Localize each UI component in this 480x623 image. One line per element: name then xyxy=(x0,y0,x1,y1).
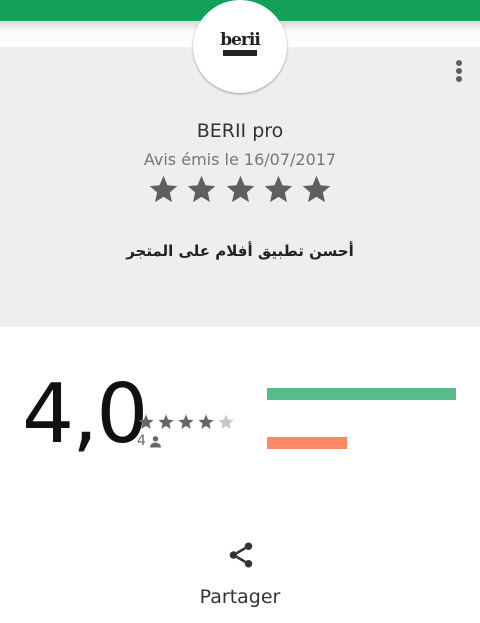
star-icon xyxy=(138,414,154,429)
avatar-logo-underline xyxy=(223,50,257,56)
summary-star-rating xyxy=(137,413,235,431)
star-icon xyxy=(158,414,174,429)
rating-count: 4 xyxy=(137,433,162,449)
person-icon xyxy=(150,435,161,447)
share-button[interactable]: Partager xyxy=(180,536,300,616)
star-icon xyxy=(264,175,292,203)
review-date: Avis émis le 16/07/2017 xyxy=(143,150,337,169)
reviewer-name: BERII pro xyxy=(196,120,284,142)
rating-bar-5-stars xyxy=(267,388,456,400)
review-text: أحسن تطبيق أفلام على المتجر xyxy=(126,242,354,260)
review-star-rating xyxy=(147,173,333,207)
star-empty-icon xyxy=(218,414,234,429)
star-icon xyxy=(226,175,254,203)
star-icon xyxy=(149,175,178,203)
reviewer-avatar: berii xyxy=(193,0,287,93)
share-label: Partager xyxy=(199,586,281,608)
rating-bar-1-star xyxy=(267,437,347,449)
star-icon xyxy=(302,175,331,203)
average-rating: 4,0 xyxy=(22,367,148,462)
star-icon xyxy=(198,414,214,429)
rating-count-value: 4 xyxy=(137,433,146,449)
share-icon xyxy=(229,542,253,568)
star-icon xyxy=(188,175,216,203)
star-icon xyxy=(178,414,194,429)
avatar-logo: berii xyxy=(220,30,261,50)
more-options-icon[interactable] xyxy=(448,57,470,85)
